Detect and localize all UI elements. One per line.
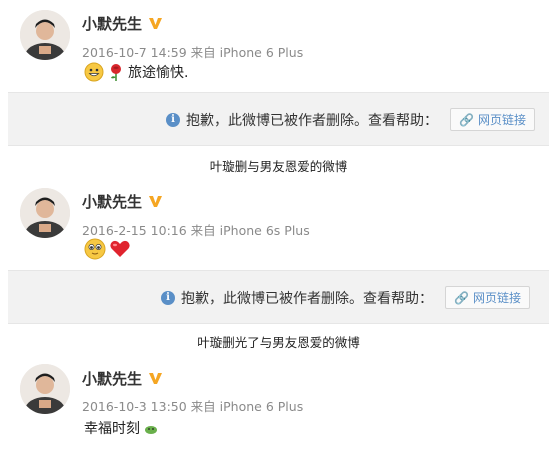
- web-link-button[interactable]: 🔗 网页链接: [445, 286, 530, 309]
- deleted-repost-notice: i 抱歉，此微博已被作者删除。查看帮助： 🔗 网页链接: [8, 92, 549, 146]
- caption-1: 叶璇删与男友恩爱的微博: [209, 159, 348, 174]
- deleted-message: 抱歉，此微博已被作者删除。查看帮助：: [181, 290, 433, 307]
- small-emoji-icon: [145, 426, 157, 434]
- web-link-label[interactable]: 网页链接: [478, 111, 526, 128]
- verified-v-icon: [149, 373, 163, 384]
- adoring-emoji-icon: [84, 238, 106, 260]
- source-prefix: 来自: [190, 45, 216, 60]
- username[interactable]: 小默先生: [82, 191, 163, 212]
- timestamp[interactable]: 2016-2-15 10:16: [82, 223, 187, 238]
- avatar-photo-icon: [20, 188, 70, 238]
- web-link-label[interactable]: 网页链接: [473, 289, 521, 306]
- avatar-photo-icon: [20, 364, 70, 414]
- info-icon: i: [161, 290, 175, 305]
- post-meta: 2016-10-7 14:59 来自 iPhone 6 Plus: [82, 42, 303, 61]
- timestamp[interactable]: 2016-10-3 13:50: [82, 399, 187, 414]
- chain-link-icon: 🔗: [454, 290, 469, 305]
- avatar[interactable]: [20, 188, 70, 238]
- avatar[interactable]: [20, 364, 70, 414]
- avatar[interactable]: [20, 10, 70, 60]
- caption-2: 叶璇删光了与男友恩爱的微博: [197, 335, 360, 350]
- post-text: 旅途愉快.: [128, 65, 189, 81]
- verified-v-icon: [149, 196, 163, 207]
- deleted-message: 抱歉，此微博已被作者删除。查看帮助：: [186, 112, 438, 129]
- post-content: [84, 238, 131, 260]
- device-source[interactable]: iPhone 6s Plus: [220, 223, 310, 238]
- username-text[interactable]: 小默先生: [82, 368, 142, 389]
- device-source[interactable]: iPhone 6 Plus: [220, 399, 304, 414]
- post-meta: 2016-10-3 13:50 来自 iPhone 6 Plus: [82, 396, 303, 415]
- web-link-button[interactable]: 🔗 网页链接: [450, 108, 535, 131]
- deleted-repost-notice: i 抱歉，此微博已被作者删除。查看帮助： 🔗 网页链接: [8, 270, 549, 324]
- chain-link-icon: 🔗: [459, 112, 474, 127]
- rose-emoji-icon: [111, 64, 121, 81]
- username-text[interactable]: 小默先生: [82, 191, 142, 212]
- post-content: 幸福时刻: [84, 418, 159, 438]
- post-meta: 2016-2-15 10:16 来自 iPhone 6s Plus: [82, 220, 310, 239]
- grin-emoji-icon: [84, 62, 104, 82]
- username[interactable]: 小默先生: [82, 13, 163, 34]
- timestamp[interactable]: 2016-10-7 14:59: [82, 45, 187, 60]
- avatar-photo-icon: [20, 10, 70, 60]
- source-prefix: 来自: [190, 223, 216, 238]
- username[interactable]: 小默先生: [82, 368, 163, 389]
- post-content: 旅途愉快.: [84, 62, 188, 82]
- heart-emoji-icon: [110, 240, 130, 257]
- source-prefix: 来自: [190, 399, 216, 414]
- username-text[interactable]: 小默先生: [82, 13, 142, 34]
- verified-v-icon: [149, 18, 163, 29]
- info-icon: i: [166, 112, 180, 127]
- post-text: 幸福时刻: [84, 421, 140, 437]
- device-source[interactable]: iPhone 6 Plus: [220, 45, 304, 60]
